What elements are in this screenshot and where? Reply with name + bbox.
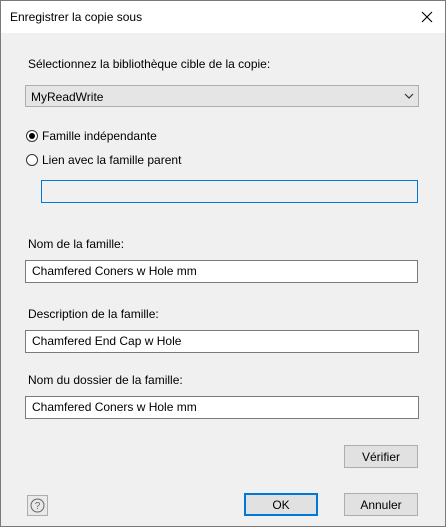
family-name-label: Nom de la famille: <box>28 237 125 251</box>
radio-link-parent-label: Lien avec la famille parent <box>42 153 182 167</box>
ok-button[interactable]: OK <box>244 493 318 516</box>
verify-button[interactable]: Vérifier <box>344 445 418 468</box>
help-button[interactable]: ? <box>27 495 48 516</box>
close-icon <box>421 11 433 23</box>
family-folder-input[interactable]: Chamfered Coners w Hole mm <box>25 396 419 419</box>
title-bar: Enregistrer la copie sous <box>1 1 445 33</box>
family-folder-label: Nom du dossier de la famille: <box>28 373 183 387</box>
radio-link-parent-indicator[interactable] <box>26 154 38 166</box>
radio-independent-family[interactable]: Famille indépendante <box>26 129 157 143</box>
radio-independent-label: Famille indépendante <box>42 129 157 143</box>
family-name-input[interactable]: Chamfered Coners w Hole mm <box>25 260 418 283</box>
library-select[interactable]: MyReadWrite <box>25 85 419 107</box>
save-copy-dialog: Enregistrer la copie sous Sélectionnez l… <box>0 0 446 527</box>
chevron-down-icon <box>404 93 414 99</box>
library-label: Sélectionnez la bibliothèque cible de la… <box>28 57 271 71</box>
svg-text:?: ? <box>35 501 41 512</box>
parent-family-field <box>41 180 418 203</box>
family-description-input[interactable]: Chamfered End Cap w Hole <box>25 330 419 353</box>
dialog-title: Enregistrer la copie sous <box>10 10 143 24</box>
radio-independent-indicator[interactable] <box>26 130 38 142</box>
cancel-button[interactable]: Annuler <box>344 493 418 516</box>
radio-link-parent[interactable]: Lien avec la famille parent <box>26 153 181 167</box>
family-description-label: Description de la famille: <box>28 307 159 321</box>
help-icon: ? <box>30 498 45 513</box>
library-select-value: MyReadWrite <box>31 90 104 104</box>
close-button[interactable] <box>409 1 445 33</box>
